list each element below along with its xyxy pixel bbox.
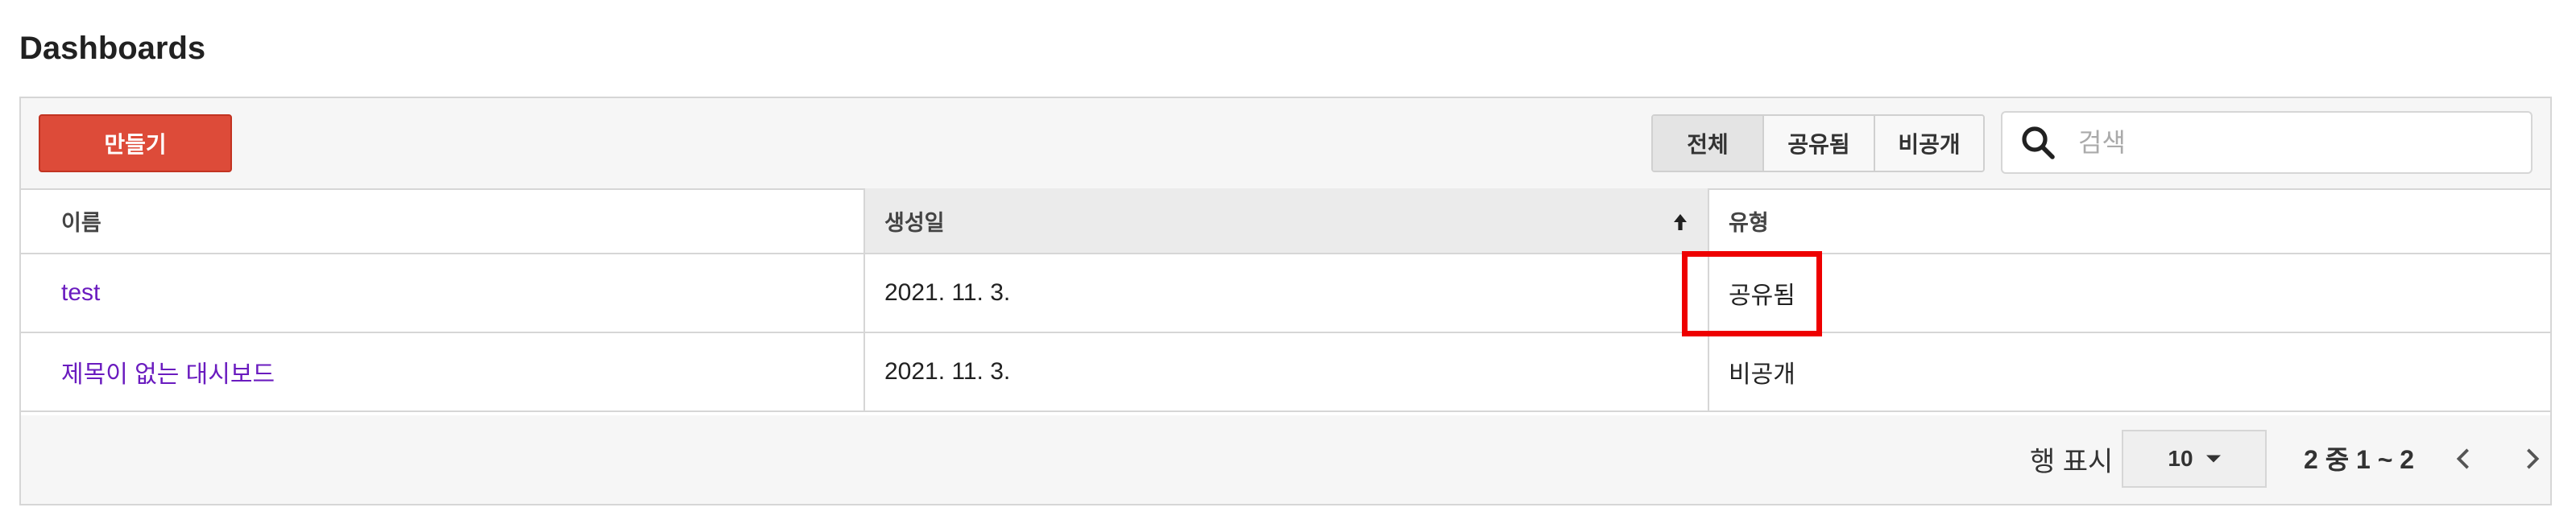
dashboard-link[interactable]: 제목이 없는 대시보드 [61,354,275,390]
cell-type: 비공개 [1709,333,2550,410]
dashboard-link[interactable]: test [61,279,100,307]
rows-per-page-label: 행 표시 [2030,447,2114,477]
search-box[interactable] [2001,111,2533,174]
filter-private-button[interactable]: 비공개 [1875,116,1983,171]
column-header-label: 이름 [61,210,101,235]
cell-name: test [21,254,865,332]
search-input[interactable] [2077,126,2515,159]
table-row: 제목이 없는 대시보드 2021. 11. 3. 비공개 [21,333,2550,412]
page-range-info: 2 중 1 ~ 2 [2304,445,2415,474]
created-date: 2021. 11. 3. [884,358,1011,385]
toolbar: 만들기 전체 공유됨 비공개 [21,98,2550,190]
search-icon [2022,126,2055,159]
filter-shared-button[interactable]: 공유됨 [1764,116,1875,171]
rows-per-page-select[interactable]: 10 [2122,430,2267,488]
cell-created: 2021. 11. 3. [865,333,1709,410]
dashboards-panel: 만들기 전체 공유됨 비공개 이름 생성일 유형 test [19,97,2552,505]
create-button[interactable]: 만들기 [39,114,232,172]
cell-created: 2021. 11. 3. [865,254,1709,332]
sort-up-arrow-icon [1674,214,1687,230]
chevron-left-icon [2456,448,2469,469]
table-row: test 2021. 11. 3. 공유됨 [21,254,2550,333]
type-label: 공유됨 [1729,283,1795,309]
chevron-right-icon [2527,448,2540,469]
filter-group: 전체 공유됨 비공개 [1651,114,1985,172]
prev-page-button[interactable] [2447,439,2479,478]
column-header-created[interactable]: 생성일 [865,188,1709,253]
page-title: Dashboards [19,31,206,66]
column-header-type[interactable]: 유형 [1709,188,2550,253]
column-header-label: 생성일 [884,210,945,235]
filter-all-button[interactable]: 전체 [1653,116,1764,171]
rows-per-page-value: 10 [2168,446,2193,471]
column-header-name[interactable]: 이름 [21,188,865,253]
caret-down-icon [2205,455,2221,463]
dashboards-table: 이름 생성일 유형 test 2021. 11. 3. 공유됨 제목이 없는 대… [21,188,2550,412]
type-label: 비공개 [1729,361,1795,388]
pagination-bar: 행 표시 10 2 중 1 ~ 2 [21,415,2550,504]
table-header-row: 이름 생성일 유형 [21,188,2550,254]
next-page-button[interactable] [2516,439,2549,478]
cell-type: 공유됨 [1709,254,2550,332]
column-header-label: 유형 [1729,210,1769,235]
created-date: 2021. 11. 3. [884,279,1011,306]
cell-name: 제목이 없는 대시보드 [21,333,865,410]
